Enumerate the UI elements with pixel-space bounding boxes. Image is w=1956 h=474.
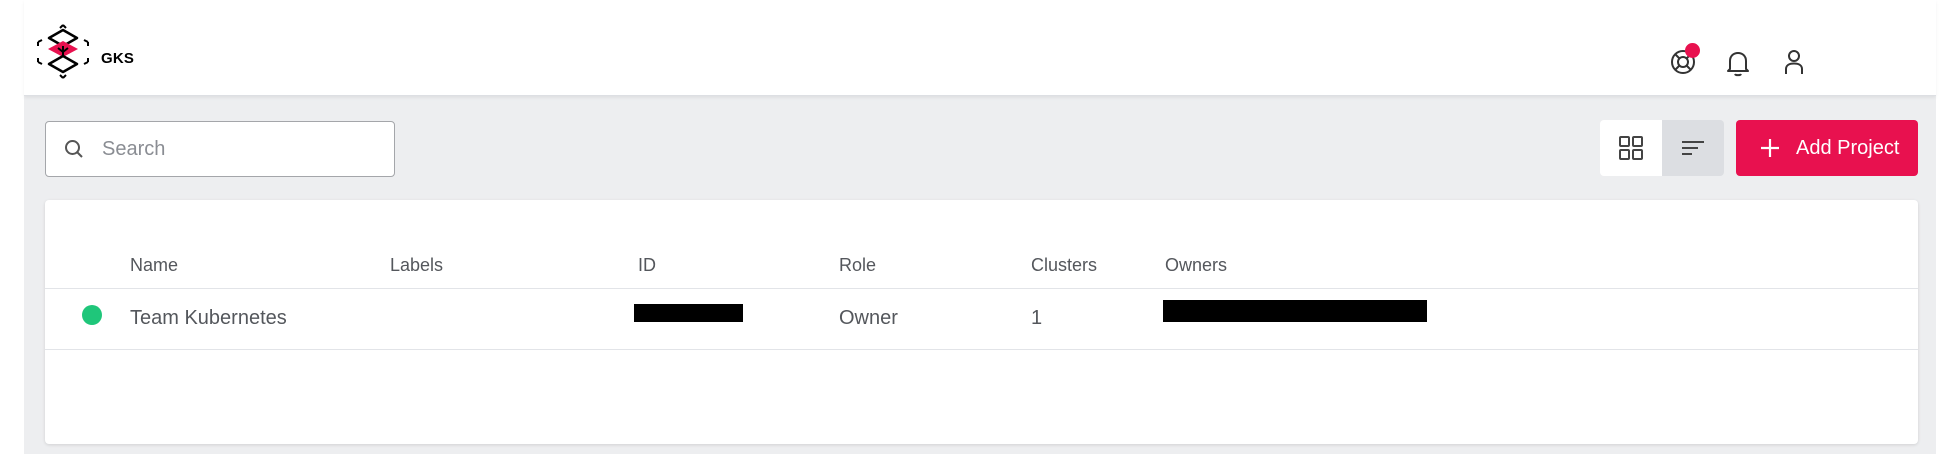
list-icon: [1682, 141, 1704, 155]
user-icon[interactable]: [1778, 46, 1810, 78]
add-project-button[interactable]: Add Project: [1736, 120, 1918, 176]
project-name: Team Kubernetes: [130, 307, 287, 329]
gks-logo-icon[interactable]: [32, 24, 94, 90]
grid-icon: [1619, 136, 1643, 160]
add-project-label: Add Project: [1796, 136, 1900, 159]
column-header-labels: Labels: [390, 255, 444, 275]
search-box[interactable]: [45, 121, 395, 177]
project-id-redacted: [634, 304, 743, 322]
column-header-role[interactable]: Role: [839, 255, 876, 276]
search-input[interactable]: [102, 137, 382, 161]
view-toggle: [1600, 120, 1724, 176]
project-role: Owner: [839, 307, 898, 329]
support-icon[interactable]: [1668, 43, 1700, 78]
projects-table: Name Labels ID Role Clusters Owners Team…: [45, 200, 1918, 444]
search-icon: [65, 140, 83, 158]
list-view-button[interactable]: [1662, 120, 1724, 176]
column-header-owners: Owners: [1165, 255, 1228, 275]
grid-view-button[interactable]: [1600, 120, 1662, 176]
bell-icon[interactable]: [1722, 46, 1754, 78]
project-owners-redacted: [1163, 300, 1427, 322]
column-header-clusters[interactable]: Clusters: [1031, 255, 1097, 276]
notification-badge: [1685, 43, 1700, 58]
row-divider: [45, 349, 1918, 350]
top-bar: GKS: [24, 0, 1936, 96]
main-content: Add Project Name Labels ID Role Clusters…: [24, 96, 1936, 454]
plus-icon: [1761, 139, 1779, 157]
status-indicator: [82, 305, 102, 325]
table-row[interactable]: Team Kubernetes Owner 1: [45, 289, 1918, 349]
column-header-id[interactable]: ID: [638, 255, 656, 276]
brand-name: GKS: [101, 50, 135, 67]
column-header-name[interactable]: Name: [130, 255, 178, 276]
project-clusters: 1: [1031, 307, 1043, 329]
